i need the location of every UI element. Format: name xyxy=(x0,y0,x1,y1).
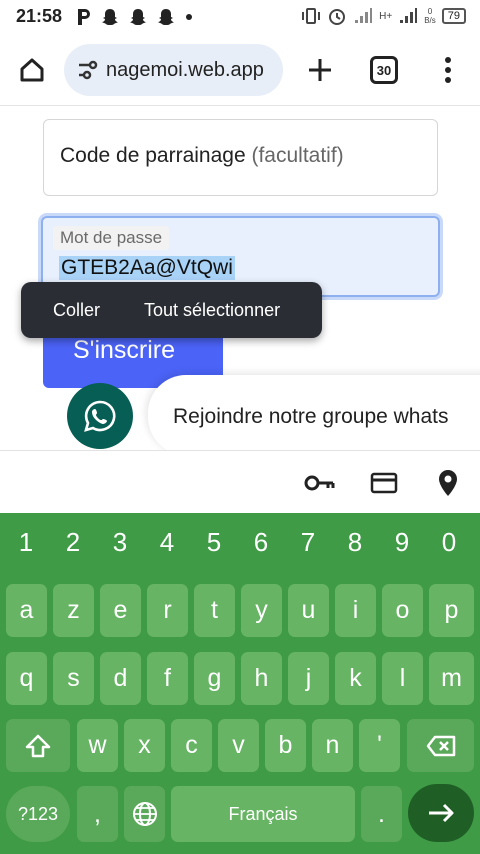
key-h[interactable]: h xyxy=(241,652,282,705)
key-x[interactable]: x xyxy=(124,719,165,772)
address-button[interactable] xyxy=(432,468,464,498)
paste-button[interactable]: Coller xyxy=(53,300,100,321)
number-row: 1 2 3 4 5 6 7 8 9 0 xyxy=(0,527,480,567)
key-f[interactable]: f xyxy=(147,652,188,705)
text-context-menu: Coller Tout sélectionner xyxy=(21,282,322,338)
snapchat-icon xyxy=(102,9,118,25)
status-bar: 21:58 H+ 0 B/s 79 xyxy=(0,0,480,34)
key-9[interactable]: 9 xyxy=(382,527,422,558)
key-j[interactable]: j xyxy=(288,652,329,705)
key-7[interactable]: 7 xyxy=(288,527,328,558)
home-button[interactable] xyxy=(14,52,50,88)
key-t[interactable]: t xyxy=(194,584,235,637)
menu-button[interactable] xyxy=(432,52,464,88)
key-z[interactable]: z xyxy=(53,584,94,637)
comma-key[interactable]: , xyxy=(77,786,118,842)
alarm-icon xyxy=(329,9,346,25)
keyboard-toolbar xyxy=(0,450,480,513)
password-label: Mot de passe xyxy=(53,226,170,250)
plus-icon xyxy=(309,59,331,81)
globe-icon xyxy=(132,802,157,826)
key-p[interactable]: p xyxy=(429,584,474,637)
network-type: H+ xyxy=(379,10,393,22)
browser-toolbar: nagemoi.web.app 30 xyxy=(0,34,480,106)
arrow-right-icon xyxy=(429,803,454,823)
key-i[interactable]: i xyxy=(335,584,376,637)
key-y[interactable]: y xyxy=(241,584,282,637)
key-w[interactable]: w xyxy=(77,719,118,772)
key-8[interactable]: 8 xyxy=(335,527,375,558)
backspace-key[interactable] xyxy=(407,719,474,772)
key-o[interactable]: o xyxy=(382,584,423,637)
referral-code-field[interactable]: Code de parrainage (facultatif) xyxy=(43,119,438,196)
key-r[interactable]: r xyxy=(147,584,188,637)
referral-label: Code de parrainage xyxy=(60,144,246,167)
key-a[interactable]: a xyxy=(6,584,47,637)
period-key[interactable]: . xyxy=(361,786,402,842)
shift-key[interactable] xyxy=(6,719,70,772)
whatsapp-text[interactable]: Rejoindre notre groupe whats xyxy=(173,405,449,429)
screen: 21:58 H+ 0 B/s 79 nagemoi.web.app 30 Cod… xyxy=(0,0,480,854)
signal-icon xyxy=(355,8,373,23)
key-u[interactable]: u xyxy=(288,584,329,637)
shift-icon xyxy=(25,734,51,757)
new-tab-button[interactable] xyxy=(302,52,338,88)
site-settings-icon[interactable] xyxy=(76,58,100,82)
snapchat-icon xyxy=(158,9,174,25)
key-c[interactable]: c xyxy=(171,719,212,772)
key-0[interactable]: 0 xyxy=(429,527,469,558)
language-key[interactable] xyxy=(124,786,165,842)
key-5[interactable]: 5 xyxy=(194,527,234,558)
key-b[interactable]: b xyxy=(265,719,306,772)
whatsapp-icon xyxy=(84,400,116,432)
space-bar[interactable]: Français xyxy=(171,786,355,842)
keyboard: 1 2 3 4 5 6 7 8 9 0 a z e r t y u i o p … xyxy=(0,513,480,854)
whatsapp-button[interactable] xyxy=(67,383,133,449)
dot-icon xyxy=(186,14,192,20)
password-value[interactable]: GTEB2Aa@VtQwi xyxy=(59,256,235,280)
key-4[interactable]: 4 xyxy=(147,527,187,558)
enter-key[interactable] xyxy=(408,784,474,842)
key-v[interactable]: v xyxy=(218,719,259,772)
page-content: Code de parrainage (facultatif) Mot de p… xyxy=(0,107,480,450)
key-m[interactable]: m xyxy=(429,652,474,705)
key-e[interactable]: e xyxy=(100,584,141,637)
key-6[interactable]: 6 xyxy=(241,527,281,558)
vibrate-icon xyxy=(302,8,321,24)
payment-card-button[interactable] xyxy=(368,468,400,498)
key-apostrophe[interactable]: ' xyxy=(359,719,400,772)
system-icons: H+ 0 B/s 79 xyxy=(301,6,466,26)
key-l[interactable]: l xyxy=(382,652,423,705)
data-speed: 0 B/s xyxy=(424,7,436,25)
symbols-key[interactable]: ?123 xyxy=(6,786,70,842)
key-g[interactable]: g xyxy=(194,652,235,705)
home-icon xyxy=(20,58,44,82)
key-s[interactable]: s xyxy=(53,652,94,705)
key-k[interactable]: k xyxy=(335,652,376,705)
signal-icon xyxy=(400,8,418,23)
location-pin-icon xyxy=(439,470,457,496)
url-text: nagemoi.web.app xyxy=(106,58,264,81)
key-3[interactable]: 3 xyxy=(100,527,140,558)
credit-card-icon xyxy=(370,472,398,494)
key-icon xyxy=(304,475,335,491)
key-d[interactable]: d xyxy=(100,652,141,705)
battery-indicator: 79 xyxy=(441,8,466,24)
key-q[interactable]: q xyxy=(6,652,47,705)
key-n[interactable]: n xyxy=(312,719,353,772)
snapchat-icon xyxy=(130,9,146,25)
password-key-button[interactable] xyxy=(303,468,335,498)
key-1[interactable]: 1 xyxy=(6,527,46,558)
select-all-button[interactable]: Tout sélectionner xyxy=(144,300,280,321)
notification-icons xyxy=(76,7,194,27)
key-2[interactable]: 2 xyxy=(53,527,93,558)
tab-switcher-button[interactable]: 30 xyxy=(370,56,398,84)
backspace-icon xyxy=(426,735,455,756)
referral-optional: (facultatif) xyxy=(251,144,344,167)
more-vert-icon xyxy=(445,57,451,83)
p-icon xyxy=(78,9,90,25)
status-time: 21:58 xyxy=(16,6,63,26)
address-bar[interactable]: nagemoi.web.app xyxy=(64,44,283,96)
